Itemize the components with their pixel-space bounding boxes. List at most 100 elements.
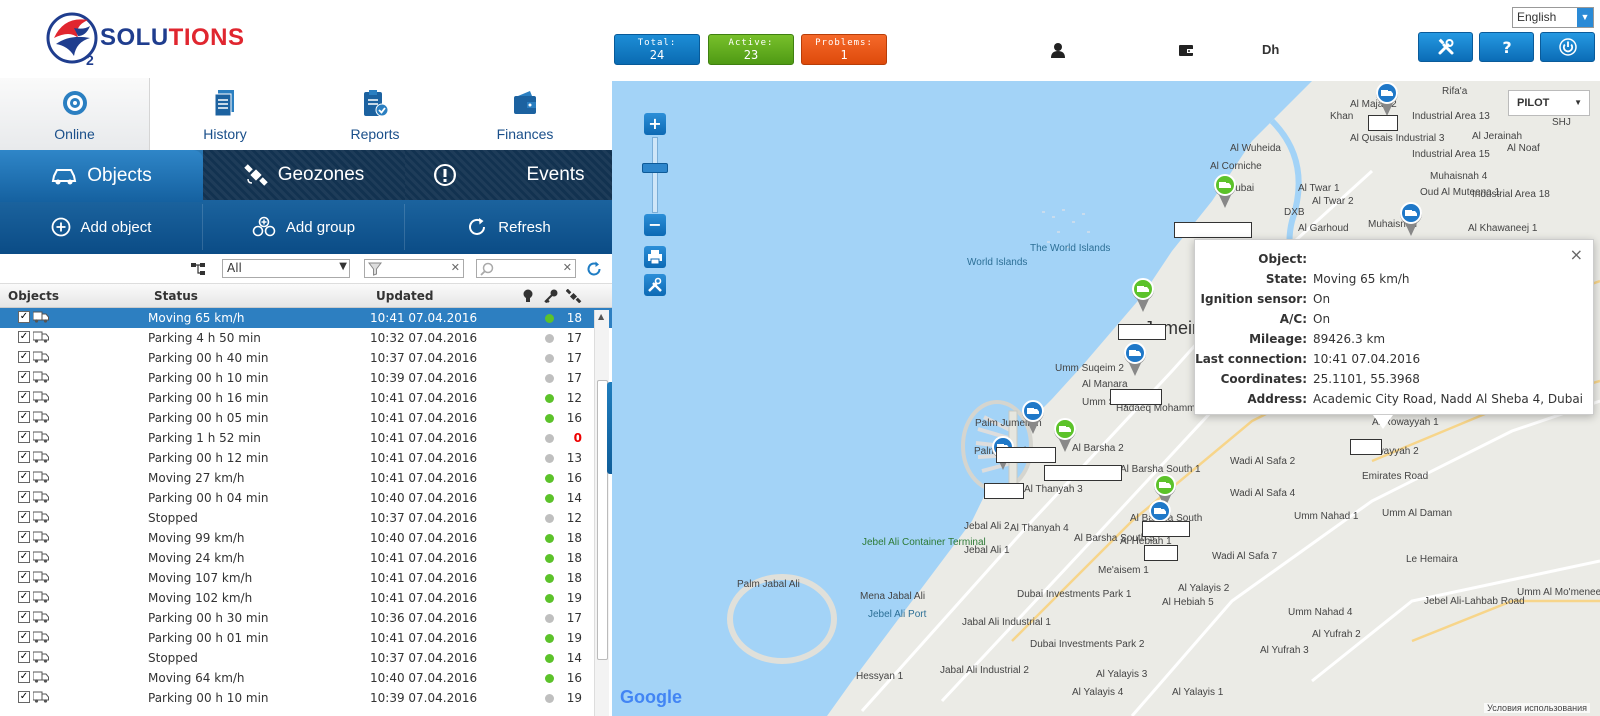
table-row[interactable]: ✓ Parking 00 h 10 min 10:39 07.04.2016 19 bbox=[0, 688, 612, 708]
print-button[interactable] bbox=[644, 246, 666, 268]
help-button[interactable]: ? bbox=[1479, 32, 1534, 62]
table-row[interactable]: ✓ Parking 00 h 16 min 10:41 07.04.2016 12 bbox=[0, 388, 612, 408]
zoom-out-button[interactable]: − bbox=[644, 214, 666, 236]
logout-button[interactable] bbox=[1540, 32, 1595, 62]
table-row[interactable]: ✓ Parking 00 h 40 min 10:37 07.04.2016 17 bbox=[0, 348, 612, 368]
row-checkbox[interactable]: ✓ bbox=[18, 591, 30, 603]
row-checkbox[interactable]: ✓ bbox=[18, 451, 30, 463]
vehicle-label-tag[interactable] bbox=[996, 447, 1056, 463]
row-checkbox[interactable]: ✓ bbox=[18, 651, 30, 663]
lightbulb-icon[interactable] bbox=[522, 289, 534, 303]
language-select[interactable]: English ▼ bbox=[1512, 7, 1594, 28]
row-checkbox[interactable]: ✓ bbox=[18, 691, 30, 703]
vehicle-marker[interactable] bbox=[1374, 81, 1400, 117]
vehicle-label-tag[interactable] bbox=[1368, 115, 1398, 131]
row-checkbox[interactable]: ✓ bbox=[18, 611, 30, 623]
row-checkbox[interactable]: ✓ bbox=[18, 331, 30, 343]
satellite-icon[interactable] bbox=[566, 289, 582, 303]
row-checkbox[interactable]: ✓ bbox=[18, 351, 30, 363]
table-row[interactable]: ✓ Parking 00 h 10 min 10:39 07.04.2016 17 bbox=[0, 368, 612, 388]
table-row[interactable]: ✓ Parking 00 h 12 min 10:41 07.04.2016 13 bbox=[0, 448, 612, 468]
settings-tools-button[interactable] bbox=[1418, 32, 1473, 62]
tab-reports[interactable]: Reports bbox=[300, 78, 450, 150]
problems-counter[interactable]: Problems: 1 bbox=[801, 34, 887, 65]
vehicle-label-tag[interactable] bbox=[984, 483, 1024, 499]
vehicle-label-tag[interactable] bbox=[1044, 465, 1122, 481]
tab-history[interactable]: History bbox=[150, 78, 300, 150]
row-checkbox[interactable]: ✓ bbox=[18, 471, 30, 483]
row-checkbox[interactable]: ✓ bbox=[18, 431, 30, 443]
clear-filter-icon[interactable]: ✕ bbox=[451, 261, 460, 274]
table-row[interactable]: ✓ Moving 65 km/h 10:41 07.04.2016 18 bbox=[0, 308, 612, 328]
vehicle-label-tag[interactable] bbox=[1110, 389, 1162, 405]
table-row[interactable]: ✓ Stopped 10:37 07.04.2016 14 bbox=[0, 648, 612, 668]
vehicle-marker[interactable] bbox=[1398, 201, 1424, 237]
tab-geozones[interactable]: Geozones bbox=[203, 150, 405, 200]
map-tools-button[interactable] bbox=[644, 274, 666, 296]
map-terms-link[interactable]: Условия использования bbox=[1484, 703, 1590, 713]
add-object-button[interactable]: Add object bbox=[0, 204, 203, 250]
table-row[interactable]: ✓ Moving 27 km/h 10:41 07.04.2016 16 bbox=[0, 468, 612, 488]
total-counter[interactable]: Total: 24 bbox=[614, 34, 700, 65]
vehicle-marker[interactable] bbox=[1212, 173, 1238, 209]
vehicle-marker[interactable] bbox=[1020, 399, 1046, 435]
tab-events[interactable]: Events bbox=[405, 150, 612, 200]
row-checkbox[interactable]: ✓ bbox=[18, 311, 30, 323]
table-scrollbar[interactable]: ▲ bbox=[594, 310, 609, 716]
vehicle-marker[interactable] bbox=[1122, 341, 1148, 377]
zoom-slider-thumb[interactable] bbox=[642, 163, 668, 173]
column-objects[interactable]: Objects bbox=[8, 289, 59, 303]
wallet-icon[interactable] bbox=[1178, 42, 1194, 58]
vehicle-label-tag[interactable] bbox=[1144, 545, 1178, 561]
zoom-in-button[interactable]: + bbox=[644, 113, 666, 135]
vehicle-marker[interactable] bbox=[1130, 277, 1156, 313]
table-row[interactable]: ✓ Parking 00 h 30 min 10:36 07.04.2016 17 bbox=[0, 608, 612, 628]
vehicle-label-tag[interactable] bbox=[1142, 521, 1190, 537]
vehicle-label-tag[interactable] bbox=[1350, 439, 1382, 455]
tree-view-icon[interactable] bbox=[190, 262, 206, 276]
row-checkbox[interactable]: ✓ bbox=[18, 551, 30, 563]
refresh-button[interactable]: Refresh bbox=[405, 204, 612, 250]
table-row[interactable]: ✓ Stopped 10:37 07.04.2016 12 bbox=[0, 508, 612, 528]
row-checkbox[interactable]: ✓ bbox=[18, 631, 30, 643]
row-checkbox[interactable]: ✓ bbox=[18, 411, 30, 423]
group-filter-select[interactable]: All ▼ bbox=[222, 259, 350, 278]
row-checkbox[interactable]: ✓ bbox=[18, 671, 30, 683]
user-icon[interactable] bbox=[1050, 42, 1066, 58]
table-row[interactable]: ✓ Moving 107 km/h 10:41 07.04.2016 18 bbox=[0, 568, 612, 588]
scroll-up-icon[interactable]: ▲ bbox=[598, 312, 604, 321]
zoom-slider-track[interactable] bbox=[652, 137, 658, 213]
table-row[interactable]: ✓ Parking 1 h 52 min 10:41 07.04.2016 0 bbox=[0, 428, 612, 448]
table-row[interactable]: ✓ Moving 99 km/h 10:40 07.04.2016 18 bbox=[0, 528, 612, 548]
refresh-list-icon[interactable] bbox=[586, 261, 602, 277]
column-updated[interactable]: Updated bbox=[376, 289, 434, 303]
table-row[interactable]: ✓ Parking 4 h 50 min 10:32 07.04.2016 17 bbox=[0, 328, 612, 348]
table-row[interactable]: ✓ Parking 00 h 05 min 10:41 07.04.2016 16 bbox=[0, 408, 612, 428]
row-checkbox[interactable]: ✓ bbox=[18, 571, 30, 583]
column-status[interactable]: Status bbox=[154, 289, 198, 303]
add-group-button[interactable]: Add group bbox=[203, 204, 405, 250]
active-counter[interactable]: Active: 23 bbox=[708, 34, 794, 65]
brand-logo[interactable]: SOLUTIONS 2 bbox=[44, 8, 254, 74]
clear-search-icon[interactable]: ✕ bbox=[563, 261, 572, 274]
row-checkbox[interactable]: ✓ bbox=[18, 511, 30, 523]
map-view[interactable]: + − PILOT ▼ Rifa'a Al Majaz 2 Industrial A… bbox=[612, 81, 1600, 716]
map-layer-select[interactable]: PILOT ▼ bbox=[1508, 90, 1590, 116]
tab-online[interactable]: Online bbox=[0, 78, 150, 150]
search-input[interactable]: ✕ bbox=[476, 259, 576, 278]
row-checkbox[interactable]: ✓ bbox=[18, 491, 30, 503]
vehicle-label-tag[interactable] bbox=[1174, 222, 1252, 238]
row-checkbox[interactable]: ✓ bbox=[18, 371, 30, 383]
tab-objects[interactable]: Objects bbox=[0, 150, 203, 202]
table-row[interactable]: ✓ Moving 64 km/h 10:40 07.04.2016 16 bbox=[0, 668, 612, 688]
vehicle-label-tag[interactable] bbox=[1118, 324, 1166, 340]
table-row[interactable]: ✓ Moving 24 km/h 10:41 07.04.2016 18 bbox=[0, 548, 612, 568]
table-row[interactable]: ✓ Parking 00 h 04 min 10:40 07.04.2016 14 bbox=[0, 488, 612, 508]
table-row[interactable]: ✓ Moving 102 km/h 10:41 07.04.2016 19 bbox=[0, 588, 612, 608]
row-checkbox[interactable]: ✓ bbox=[18, 531, 30, 543]
key-icon[interactable] bbox=[544, 289, 558, 303]
table-row[interactable]: ✓ Parking 00 h 01 min 10:41 07.04.2016 19 bbox=[0, 628, 612, 648]
row-checkbox[interactable]: ✓ bbox=[18, 391, 30, 403]
close-icon[interactable]: × bbox=[1570, 245, 1583, 264]
tab-finances[interactable]: Finances bbox=[450, 78, 600, 150]
